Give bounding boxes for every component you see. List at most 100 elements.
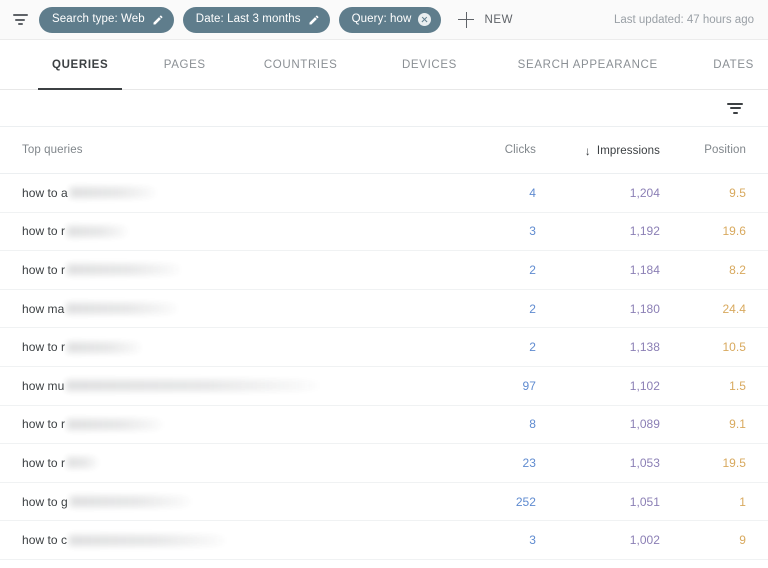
- query-text: how ma: [22, 301, 65, 316]
- tab-countries[interactable]: COUNTRIES: [250, 40, 352, 89]
- table-row[interactable]: how to r 2 1,138 10.5: [0, 328, 768, 367]
- position-cell: 19.5: [722, 455, 746, 470]
- position-cell: 24.4: [722, 301, 746, 316]
- filter-chip-date[interactable]: Date: Last 3 months: [182, 6, 330, 33]
- column-header-impressions-label: Impressions: [596, 144, 660, 157]
- tab-gap: [220, 40, 250, 89]
- filter-chip-search-type[interactable]: Search type: Web: [39, 6, 174, 33]
- clicks-cell: 3: [529, 533, 536, 548]
- query-cell[interactable]: how to r: [0, 340, 436, 354]
- filter-chip-query[interactable]: Query: how: [338, 6, 442, 33]
- redacted-query-blur: [67, 264, 184, 276]
- table-row[interactable]: how to r 23 1,053 19.5: [0, 444, 768, 483]
- tab-label: DATES: [713, 58, 754, 71]
- position-cell: 9: [739, 533, 746, 548]
- filter-icon-bar-3: [732, 111, 738, 114]
- impressions-cell: 1,192: [629, 224, 660, 239]
- plus-icon: [458, 11, 475, 28]
- tab-label: QUERIES: [52, 58, 109, 71]
- table-row[interactable]: how ma 2 1,180 24.4: [0, 290, 768, 329]
- impressions-cell: 1,089: [629, 417, 660, 432]
- query-text: how to r: [22, 417, 66, 432]
- query-cell[interactable]: how to c: [0, 533, 436, 547]
- search-performance-page: Search type: Web Date: Last 3 months Que…: [0, 0, 768, 568]
- table-header-row: Top queries Clicks ↓ Impressions Position: [0, 127, 768, 174]
- clicks-cell: 8: [529, 417, 536, 432]
- impressions-cell: 1,180: [629, 301, 660, 316]
- clicks-cell: 3: [529, 224, 536, 239]
- sort-descending-icon: ↓: [584, 143, 591, 158]
- table-row[interactable]: how mu 97 1,102 1.5: [0, 367, 768, 406]
- filter-icon-bar-2: [15, 18, 25, 21]
- redacted-query-blur: [69, 534, 230, 546]
- tab-label: DEVICES: [401, 58, 458, 71]
- performance-table: Top queries Clicks ↓ Impressions Position…: [0, 127, 768, 560]
- tab-search-appearance[interactable]: SEARCH APPEARANCE: [504, 40, 672, 89]
- redacted-query-blur: [66, 303, 181, 315]
- impressions-cell: 1,184: [629, 262, 660, 277]
- pencil-icon[interactable]: [308, 14, 320, 26]
- table-row[interactable]: how to r 8 1,089 9.1: [0, 406, 768, 445]
- query-cell[interactable]: how to r: [0, 263, 436, 277]
- query-cell[interactable]: how ma: [0, 302, 436, 316]
- position-cell: 9.5: [729, 185, 746, 200]
- tab-queries[interactable]: QUERIES: [38, 40, 123, 90]
- filter-icon-bar-2: [729, 107, 741, 109]
- clicks-cell: 2: [529, 301, 536, 316]
- query-cell[interactable]: how to a: [0, 186, 436, 200]
- close-circle-icon[interactable]: [418, 13, 432, 26]
- close-icon-glyph: [418, 13, 432, 26]
- clicks-cell: 2: [529, 262, 536, 277]
- filter-chip-label: Date: Last 3 months: [195, 12, 301, 25]
- query-text: how mu: [22, 378, 65, 393]
- query-text: how to r: [22, 262, 66, 277]
- query-text: how to g: [22, 494, 68, 509]
- table-row[interactable]: how to a 4 1,204 9.5: [0, 174, 768, 213]
- tab-devices[interactable]: DEVICES: [388, 40, 471, 89]
- query-text: how to r: [22, 455, 66, 470]
- add-new-filter-label: NEW: [484, 13, 514, 26]
- query-text: how to r: [22, 224, 66, 239]
- redacted-query-blur: [67, 457, 100, 469]
- add-new-filter-button[interactable]: NEW: [454, 7, 521, 33]
- column-header-top-queries[interactable]: Top queries: [0, 144, 436, 156]
- query-text: how to r: [22, 340, 66, 355]
- table-row[interactable]: how to r 2 1,184 8.2: [0, 251, 768, 290]
- table-toolbar: [0, 90, 768, 127]
- column-header-clicks[interactable]: Clicks: [436, 144, 536, 156]
- position-cell: 19.6: [722, 224, 746, 239]
- table-row[interactable]: how to g 252 1,051 1: [0, 483, 768, 522]
- query-cell[interactable]: how to r: [0, 224, 436, 238]
- filter-icon-bar-1: [727, 102, 743, 105]
- filter-icon[interactable]: [8, 8, 32, 32]
- pencil-icon[interactable]: [152, 14, 164, 26]
- report-tabs: QUERIES PAGES COUNTRIES DEVICES SEARCH A…: [0, 40, 768, 90]
- column-header-position[interactable]: Position: [660, 144, 768, 156]
- table-row[interactable]: how to c 3 1,002 9: [0, 521, 768, 560]
- query-cell[interactable]: how mu: [0, 379, 436, 393]
- column-header-impressions[interactable]: ↓ Impressions: [536, 144, 660, 157]
- impressions-cell: 1,053: [629, 455, 660, 470]
- impressions-cell: 1,051: [629, 494, 660, 509]
- table-row[interactable]: how to r 3 1,192 19.6: [0, 213, 768, 252]
- position-cell: 9.1: [729, 417, 746, 432]
- redacted-query-blur: [67, 225, 130, 237]
- impressions-cell: 1,002: [629, 533, 660, 548]
- table-filter-icon[interactable]: [724, 97, 746, 119]
- clicks-cell: 4: [529, 185, 536, 200]
- query-cell[interactable]: how to g: [0, 495, 436, 509]
- query-text: how to a: [22, 185, 68, 200]
- filter-icon-bar-1: [12, 14, 28, 16]
- redacted-query-blur: [66, 380, 325, 392]
- tab-dates[interactable]: DATES: [699, 40, 768, 89]
- filter-chip-label: Search type: Web: [52, 12, 145, 25]
- redacted-query-blur: [67, 418, 166, 430]
- clicks-cell: 97: [522, 378, 536, 393]
- query-cell[interactable]: how to r: [0, 417, 436, 431]
- filter-icon-bar-3: [17, 23, 23, 25]
- clicks-cell: 23: [522, 455, 536, 470]
- tab-pages[interactable]: PAGES: [150, 40, 220, 89]
- query-cell[interactable]: how to r: [0, 456, 436, 470]
- position-cell: 10.5: [722, 340, 746, 355]
- query-text: how to c: [22, 533, 68, 548]
